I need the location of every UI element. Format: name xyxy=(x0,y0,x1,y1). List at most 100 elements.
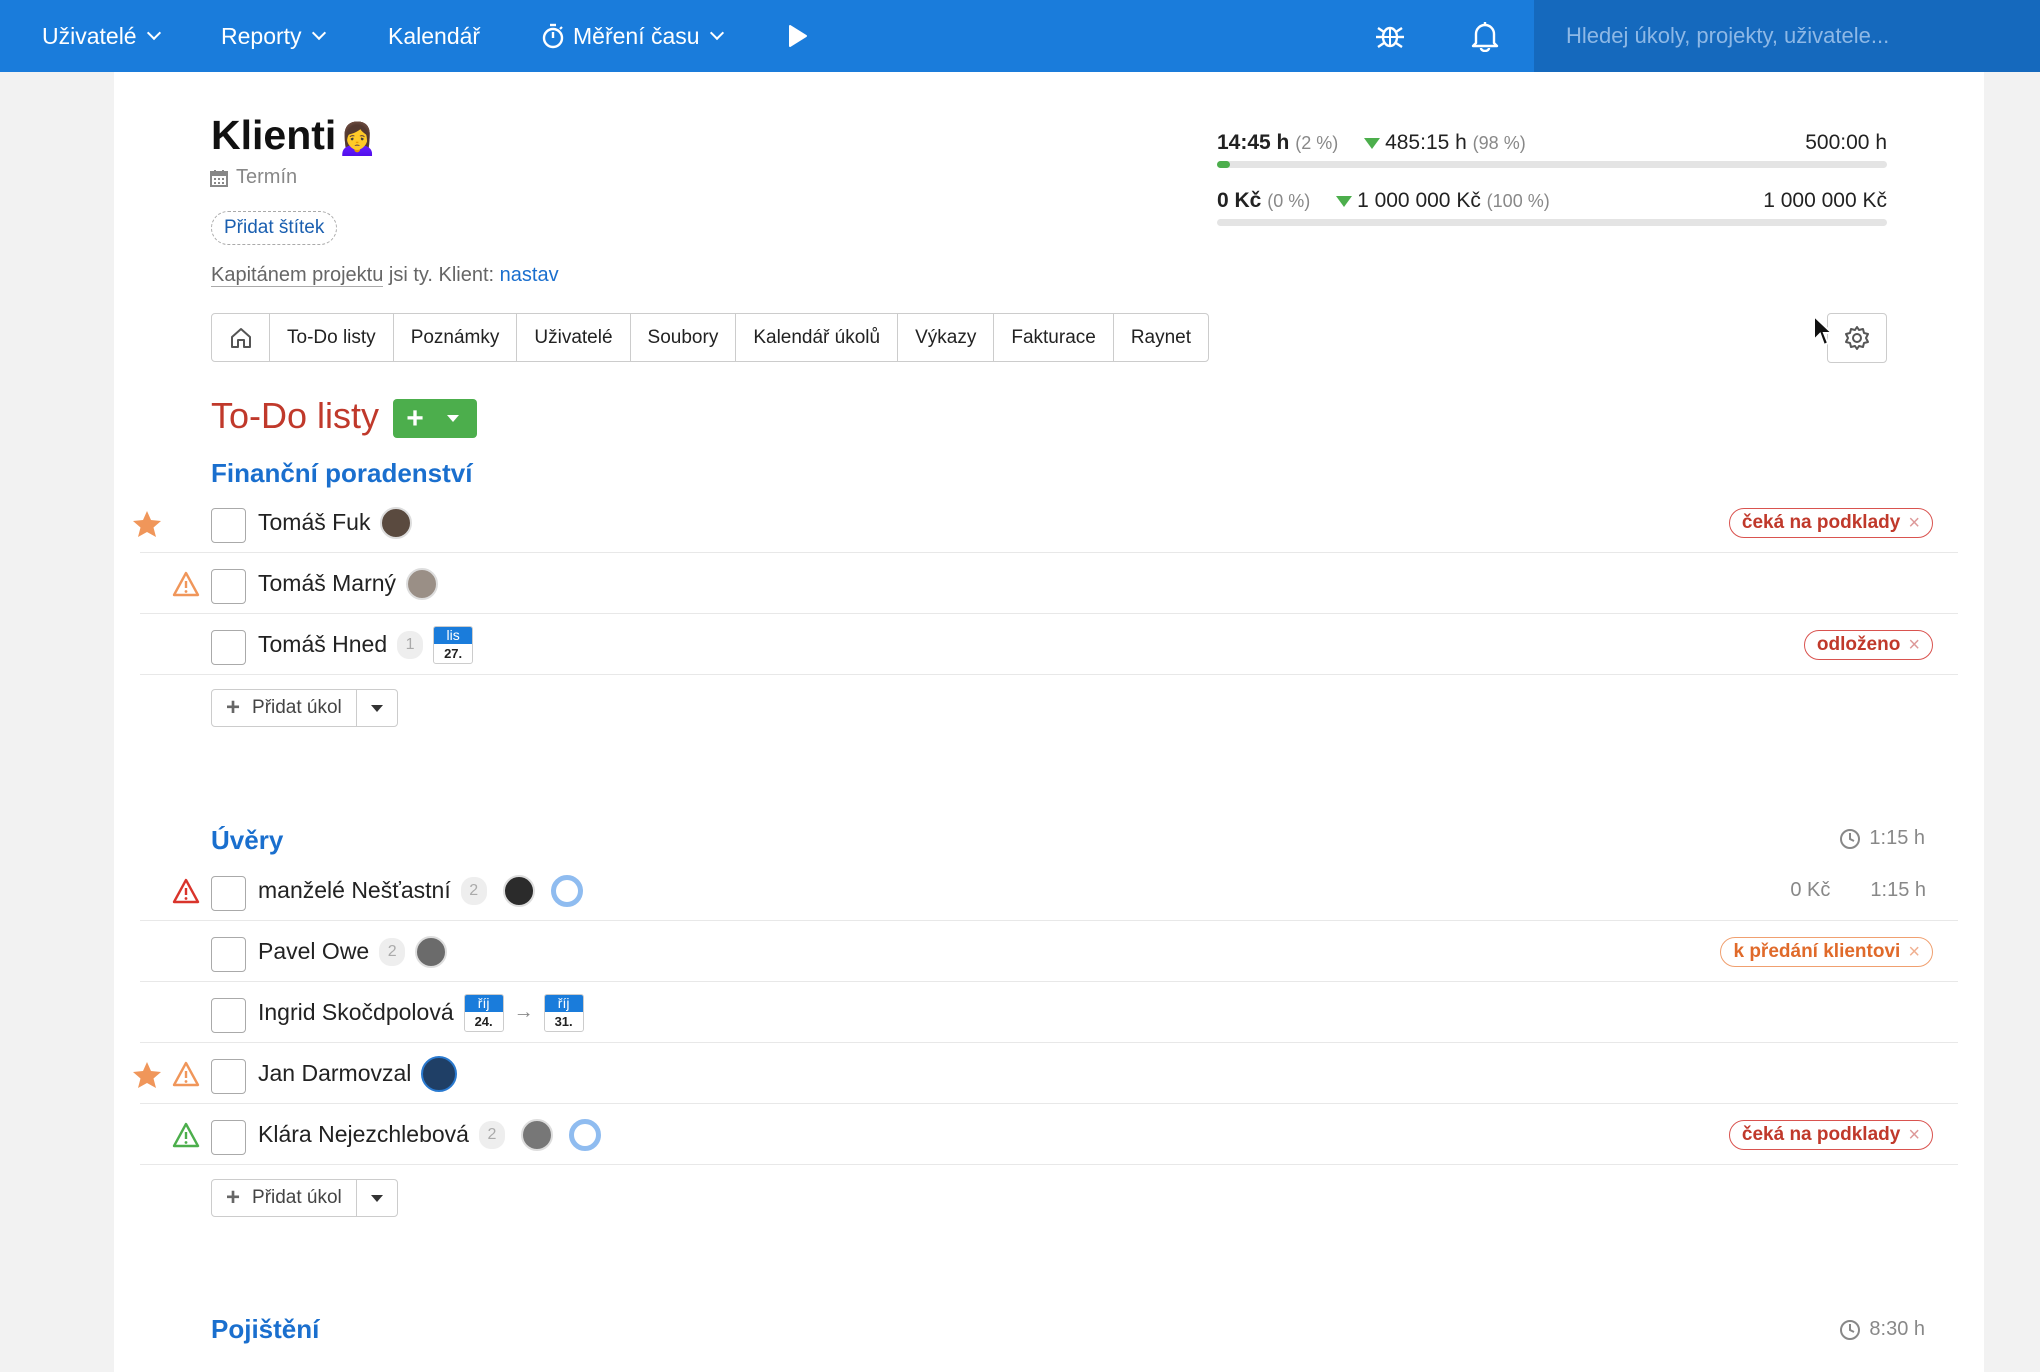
project-settings-button[interactable] xyxy=(1827,313,1887,363)
money-budget-total: 1 000 000 Kč xyxy=(1763,189,1887,212)
caret-down-icon xyxy=(370,1194,383,1202)
task-name[interactable]: Tomáš Hned xyxy=(258,631,387,658)
nav-calendar-label: Kalendář xyxy=(388,22,481,49)
add-task-dropdown[interactable] xyxy=(357,1194,397,1202)
task-checkbox[interactable] xyxy=(211,1120,246,1155)
status-badge[interactable]: čeká na podklady × xyxy=(1728,508,1933,538)
avatar xyxy=(406,567,439,600)
status-badge-label: čeká na podklady xyxy=(1741,1124,1901,1145)
project-emoji-icon: 🙍‍♀️ xyxy=(336,119,379,157)
list-time-total: 8:30 h xyxy=(1839,1318,1925,1341)
list-time-value: 1:15 h xyxy=(1869,827,1925,849)
status-badge[interactable]: k předání klientovi × xyxy=(1720,937,1933,967)
tab-notes[interactable]: Poznámky xyxy=(392,314,517,361)
start-date-badge: říj 24. xyxy=(463,993,504,1032)
status-badge-label: k předání klientovi xyxy=(1733,941,1901,962)
tab-todo-lists[interactable]: To-Do listy xyxy=(269,314,393,361)
task-money: 0 Kč xyxy=(1790,879,1831,901)
due-date-month: lis xyxy=(434,626,473,644)
close-icon[interactable]: × xyxy=(1908,634,1920,657)
add-task-button[interactable]: + Přidat úkol xyxy=(212,690,357,726)
nav-calendar-link[interactable]: Kalendář xyxy=(388,0,480,72)
add-task-dropdown[interactable] xyxy=(357,704,397,712)
stopwatch-icon xyxy=(542,23,564,49)
star-icon[interactable] xyxy=(132,510,162,538)
global-search-input[interactable] xyxy=(1566,23,2026,49)
time-remaining-percent: (98 %) xyxy=(1472,133,1526,153)
triangle-down-icon xyxy=(1364,137,1381,149)
task-name[interactable]: manželé Nešťastní xyxy=(258,877,451,904)
task-checkbox[interactable] xyxy=(211,508,246,543)
task-name[interactable]: Ingrid Skočdpolová xyxy=(258,999,454,1026)
task-name[interactable]: Tomáš Fuk xyxy=(258,509,370,536)
avatar xyxy=(421,1055,458,1092)
task-row: Tomáš Hned 1 lis 27. odloženo × xyxy=(140,614,1958,675)
task-checkbox[interactable] xyxy=(211,630,246,665)
task-checkbox[interactable] xyxy=(211,937,246,972)
money-spent-percent: (0 %) xyxy=(1267,191,1311,211)
set-client-link[interactable]: nastav xyxy=(500,264,559,286)
warning-icon xyxy=(172,1122,200,1148)
progress-ring-icon xyxy=(568,1118,601,1151)
add-todo-list-button[interactable]: + xyxy=(393,399,477,438)
close-icon[interactable]: × xyxy=(1908,512,1920,535)
tab-users[interactable]: Uživatelé xyxy=(516,314,629,361)
due-date-day: 27. xyxy=(444,645,463,661)
warning-icon xyxy=(172,1061,200,1087)
bug-report-button[interactable] xyxy=(1374,0,1406,72)
task-name[interactable]: Pavel Owe xyxy=(258,938,369,965)
nav-time-tracking-menu[interactable]: Měření času xyxy=(541,0,724,72)
money-remaining-value: 1 000 000 Kč xyxy=(1357,189,1481,212)
nav-users-label: Uživatelé xyxy=(42,22,137,49)
plus-icon: + xyxy=(226,1184,241,1211)
project-deadline[interactable]: Termín xyxy=(210,166,297,189)
status-badge[interactable]: čeká na podklady × xyxy=(1728,1120,1933,1150)
todo-list-title[interactable]: Finanční poradenství xyxy=(211,458,473,489)
calendar-icon xyxy=(210,169,228,187)
nav-reports-label: Reporty xyxy=(221,22,302,49)
global-search xyxy=(1534,0,2040,72)
task-name[interactable]: Jan Darmovzal xyxy=(258,1060,411,1087)
subtask-count: 1 xyxy=(397,630,424,659)
task-checkbox[interactable] xyxy=(211,569,246,604)
close-icon[interactable]: × xyxy=(1908,1124,1920,1147)
progress-ring-icon xyxy=(550,874,583,907)
time-spent-value: 14:45 h xyxy=(1217,131,1290,154)
time-budget-total: 500:00 h xyxy=(1805,131,1887,154)
add-task-label: Přidat úkol xyxy=(252,697,342,718)
todo-list-title[interactable]: Pojištění xyxy=(211,1314,319,1345)
project-captain-label[interactable]: Kapitánem projektu xyxy=(211,264,384,287)
tab-task-calendar[interactable]: Kalendář úkolů xyxy=(735,314,897,361)
notifications-button[interactable] xyxy=(1470,0,1500,72)
project-tabs: To-Do listy Poznámky Uživatelé Soubory K… xyxy=(211,313,1210,362)
task-checkbox[interactable] xyxy=(211,998,246,1033)
tab-reports[interactable]: Výkazy xyxy=(897,314,993,361)
close-icon[interactable]: × xyxy=(1908,941,1920,964)
plus-icon: + xyxy=(226,694,241,721)
task-checkbox[interactable] xyxy=(211,876,246,911)
task-name[interactable]: Klára Nejezchlebová xyxy=(258,1121,469,1148)
tab-home[interactable] xyxy=(212,314,269,361)
time-remaining-value: 485:15 h xyxy=(1385,131,1467,154)
time-budget-stats: 14:45 h (2 %) 485:15 h (98 %) 500:00 h xyxy=(1217,131,1887,155)
project-client-label: jsi ty. Klient: xyxy=(383,264,500,286)
star-icon[interactable] xyxy=(132,1061,162,1089)
status-badge-label: odloženo xyxy=(1816,634,1901,655)
task-checkbox[interactable] xyxy=(211,1059,246,1094)
warning-icon xyxy=(172,571,200,597)
nav-time-tracking-label: Měření času xyxy=(573,22,700,49)
tab-files[interactable]: Soubory xyxy=(629,314,736,361)
add-task-label: Přidat úkol xyxy=(252,1187,342,1208)
add-task-button[interactable]: + Přidat úkol xyxy=(212,1180,357,1216)
nav-reports-menu[interactable]: Reporty xyxy=(221,0,326,72)
tab-invoicing[interactable]: Fakturace xyxy=(993,314,1112,361)
project-title-text: Klienti xyxy=(211,112,337,158)
start-timer-button[interactable] xyxy=(788,0,808,72)
add-tag-button[interactable]: Přidat štítek xyxy=(211,211,338,245)
subtask-count: 2 xyxy=(478,1120,505,1149)
status-badge[interactable]: odloženo × xyxy=(1803,630,1933,660)
task-name[interactable]: Tomáš Marný xyxy=(258,570,396,597)
todo-list-title[interactable]: Úvěry xyxy=(211,825,283,856)
tab-raynet[interactable]: Raynet xyxy=(1112,314,1208,361)
nav-users-menu[interactable]: Uživatelé xyxy=(42,0,161,72)
